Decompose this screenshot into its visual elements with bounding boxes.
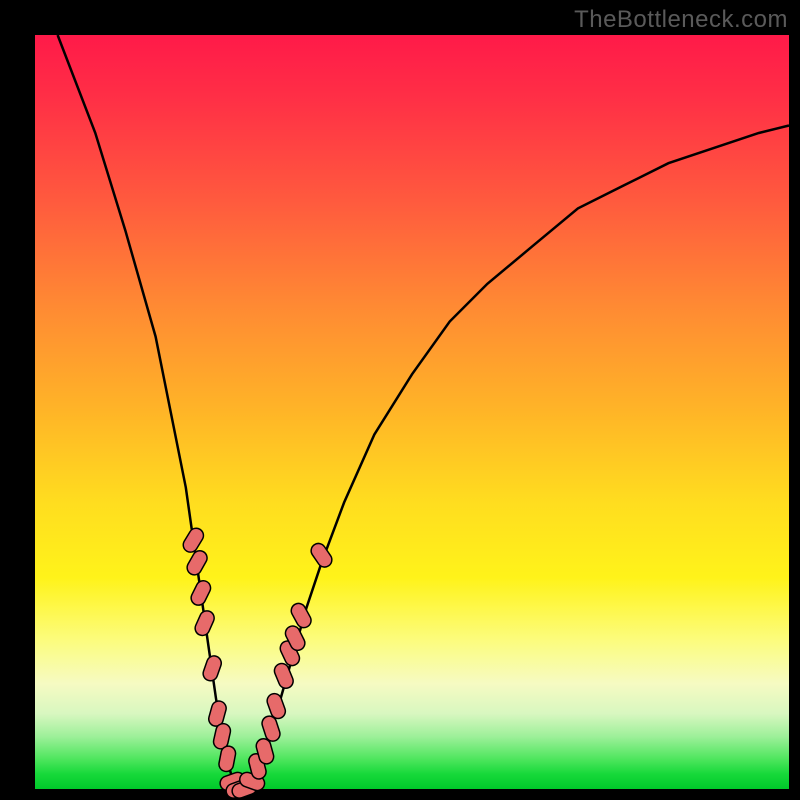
chart-frame: TheBottleneck.com bbox=[0, 0, 800, 800]
curve-marker bbox=[269, 723, 272, 734]
curve-marker bbox=[198, 588, 203, 598]
curve-marker bbox=[194, 558, 199, 568]
curve-marker bbox=[210, 663, 214, 673]
bottleneck-curve-svg bbox=[35, 35, 789, 789]
curve-marker bbox=[282, 671, 286, 681]
curve-marker bbox=[216, 708, 219, 719]
curve-markers bbox=[191, 536, 325, 791]
curve-marker bbox=[318, 551, 324, 560]
curve-marker bbox=[293, 633, 298, 643]
curve-marker bbox=[221, 731, 223, 742]
curve-marker bbox=[264, 746, 267, 757]
bottleneck-curve bbox=[58, 35, 789, 789]
curve-marker bbox=[247, 780, 257, 784]
curve-marker bbox=[299, 611, 304, 621]
curve-marker bbox=[191, 536, 197, 545]
curve-marker bbox=[202, 618, 207, 628]
curve-marker bbox=[274, 701, 278, 711]
curve-marker bbox=[256, 761, 259, 772]
plot-area bbox=[35, 35, 789, 789]
curve-marker bbox=[226, 753, 228, 764]
watermark-text: TheBottleneck.com bbox=[574, 6, 788, 34]
curve-marker bbox=[288, 648, 293, 658]
